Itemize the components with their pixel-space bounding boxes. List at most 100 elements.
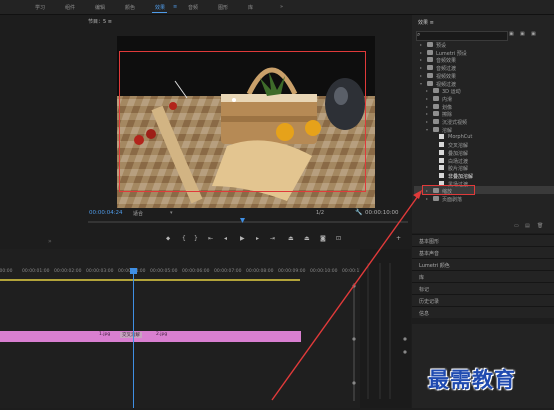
- panel-info[interactable]: 信息: [412, 306, 554, 318]
- ruler-tick-label: 00:00:07:00: [214, 269, 242, 274]
- mark-out-icon[interactable]: }: [194, 235, 198, 242]
- ruler-tick-label: 00:00:09:00: [278, 269, 306, 274]
- accelerated-effects-icon[interactable]: ▣: [509, 31, 514, 37]
- chevron-right-icon[interactable]: ▸: [420, 73, 422, 78]
- chevron-right-icon[interactable]: ▸: [426, 196, 428, 201]
- nav-audio[interactable]: 音频: [188, 4, 198, 11]
- clip-label-1: 1.jpg: [99, 332, 111, 337]
- add-button-icon[interactable]: +: [396, 235, 401, 242]
- folder-icon: [433, 126, 439, 132]
- video-clip-track[interactable]: [0, 331, 301, 342]
- panel-lumetri-color[interactable]: Lumetri 颜色: [412, 258, 554, 270]
- new-bin-icon[interactable]: ▭: [514, 223, 519, 229]
- chevron-down-icon[interactable]: ▾: [426, 127, 428, 132]
- workspace-bar: [0, 0, 554, 15]
- chevron-right-icon[interactable]: ▸: [420, 42, 422, 47]
- chevron-right-icon[interactable]: ▸: [426, 96, 428, 101]
- tree-item-label: 页面剥落: [442, 197, 463, 203]
- panel-essential-sound[interactable]: 基本声音: [412, 246, 554, 258]
- panel-libraries[interactable]: 库: [412, 270, 554, 282]
- folder-icon: [427, 80, 433, 86]
- transition-effect-icon: [439, 142, 444, 148]
- ruler-tick-label: 00:00:01:00: [22, 269, 50, 274]
- go-to-out-icon[interactable]: ⇥: [270, 235, 275, 242]
- folder-icon: [433, 111, 439, 117]
- panel-markers[interactable]: 标记: [412, 282, 554, 294]
- wrench-icon[interactable]: 🔧: [355, 209, 362, 216]
- resolution-dropdown[interactable]: 1/2: [316, 210, 324, 216]
- panel-history[interactable]: 历史记录: [412, 294, 554, 306]
- transition-effect-icon: [439, 165, 444, 171]
- folder-icon: [427, 72, 433, 78]
- effect-folder[interactable]: ▸ 页面剥落: [414, 195, 552, 204]
- timeline-scrollbar[interactable]: [352, 283, 356, 401]
- folder-icon: [433, 119, 439, 124]
- step-forward-icon[interactable]: ▸: [256, 235, 259, 242]
- chevron-right-icon[interactable]: ▸: [420, 50, 422, 55]
- step-back-icon[interactable]: ◂: [224, 235, 227, 242]
- panel-essential-graphics[interactable]: 基本图形: [412, 234, 554, 246]
- chevron-right-icon[interactable]: ▸: [420, 65, 422, 70]
- mark-in-icon[interactable]: {: [182, 235, 186, 242]
- nav-assembly[interactable]: 组件: [65, 4, 75, 11]
- source-panel: [0, 15, 84, 248]
- duration-timecode: 00:00:10:00: [365, 210, 399, 216]
- panel-label: 历史记录: [419, 299, 440, 305]
- lift-icon[interactable]: ⏏: [288, 235, 294, 242]
- yuv-effects-icon[interactable]: ▣: [531, 31, 536, 37]
- chevron-right-icon[interactable]: ▸: [426, 119, 428, 124]
- delete-icon[interactable]: 🗑: [537, 223, 543, 229]
- panel-label: 标记: [419, 287, 430, 293]
- chevron-right-icon[interactable]: ▸: [426, 111, 428, 116]
- clip-label-2: 2.jpg: [156, 332, 168, 337]
- monitor-title[interactable]: 节目：5 ≡: [88, 18, 112, 25]
- chevron-down-icon[interactable]: ▾: [420, 81, 422, 86]
- camera-icon[interactable]: ◙: [320, 235, 326, 242]
- go-to-in-icon[interactable]: ⇤: [208, 235, 213, 242]
- nav-graphics[interactable]: 图形: [218, 4, 228, 11]
- playhead-handle[interactable]: [130, 268, 137, 274]
- panel-label: 基本图形: [419, 239, 440, 245]
- nav-color[interactable]: 颜色: [125, 4, 135, 11]
- ruler-tick-label: :00:00: [0, 269, 13, 274]
- 32bit-effects-icon[interactable]: ▣: [520, 31, 525, 37]
- transition-label[interactable]: 交叉溶解: [120, 332, 142, 338]
- ruler-tick-label: 00:00:10:00: [310, 269, 338, 274]
- play-icon[interactable]: ▶: [240, 235, 245, 242]
- monitor-scrub-bar[interactable]: [88, 218, 408, 224]
- transition-effect-icon: [439, 134, 444, 140]
- current-timecode[interactable]: 00:00:04:24: [89, 210, 123, 216]
- nav-libraries[interactable]: 库: [248, 4, 253, 11]
- panel-menu-icon[interactable]: »: [48, 238, 52, 245]
- effects-search-input[interactable]: [416, 31, 508, 41]
- new-item-icon[interactable]: ▤: [525, 223, 530, 229]
- ruler-tick-label: 00:00:02:00: [54, 269, 82, 274]
- folder-icon: [433, 196, 439, 201]
- nav-effects-menu-icon[interactable]: ≡: [173, 4, 177, 10]
- folder-icon: [433, 103, 439, 109]
- panel-label: 库: [419, 275, 425, 281]
- transition-effect-icon: [439, 149, 444, 155]
- chevron-right-icon[interactable]: ▸: [426, 88, 428, 93]
- transition-effect-icon: [439, 172, 444, 178]
- export-frame-icon[interactable]: ⊡: [336, 235, 341, 242]
- extract-icon[interactable]: ⏏: [304, 235, 310, 242]
- fit-dropdown[interactable]: 适合: [133, 210, 143, 217]
- panel-label: 信息: [419, 311, 430, 317]
- active-tab-underline: [152, 12, 167, 13]
- nav-editing[interactable]: 编辑: [95, 4, 105, 11]
- chevron-down-icon[interactable]: ▾: [170, 210, 173, 216]
- chevron-right-icon[interactable]: ▸: [426, 104, 428, 109]
- timeline-playhead[interactable]: [133, 268, 134, 408]
- work-area-bar[interactable]: [0, 279, 300, 281]
- panel-label: 基本声音: [419, 251, 440, 257]
- highlight-frame: [119, 51, 366, 192]
- nav-more-icon[interactable]: »: [280, 4, 283, 10]
- nav-learn[interactable]: 学习: [35, 4, 45, 11]
- chevron-right-icon[interactable]: ▸: [420, 57, 422, 62]
- tree-item-label: MorphCut: [448, 134, 473, 141]
- marker-icon[interactable]: ⬥: [166, 235, 170, 243]
- effects-panel-title[interactable]: 效果 ≡: [418, 19, 434, 26]
- nav-effects[interactable]: 效果: [155, 4, 165, 11]
- transition-effect-icon: [439, 157, 444, 163]
